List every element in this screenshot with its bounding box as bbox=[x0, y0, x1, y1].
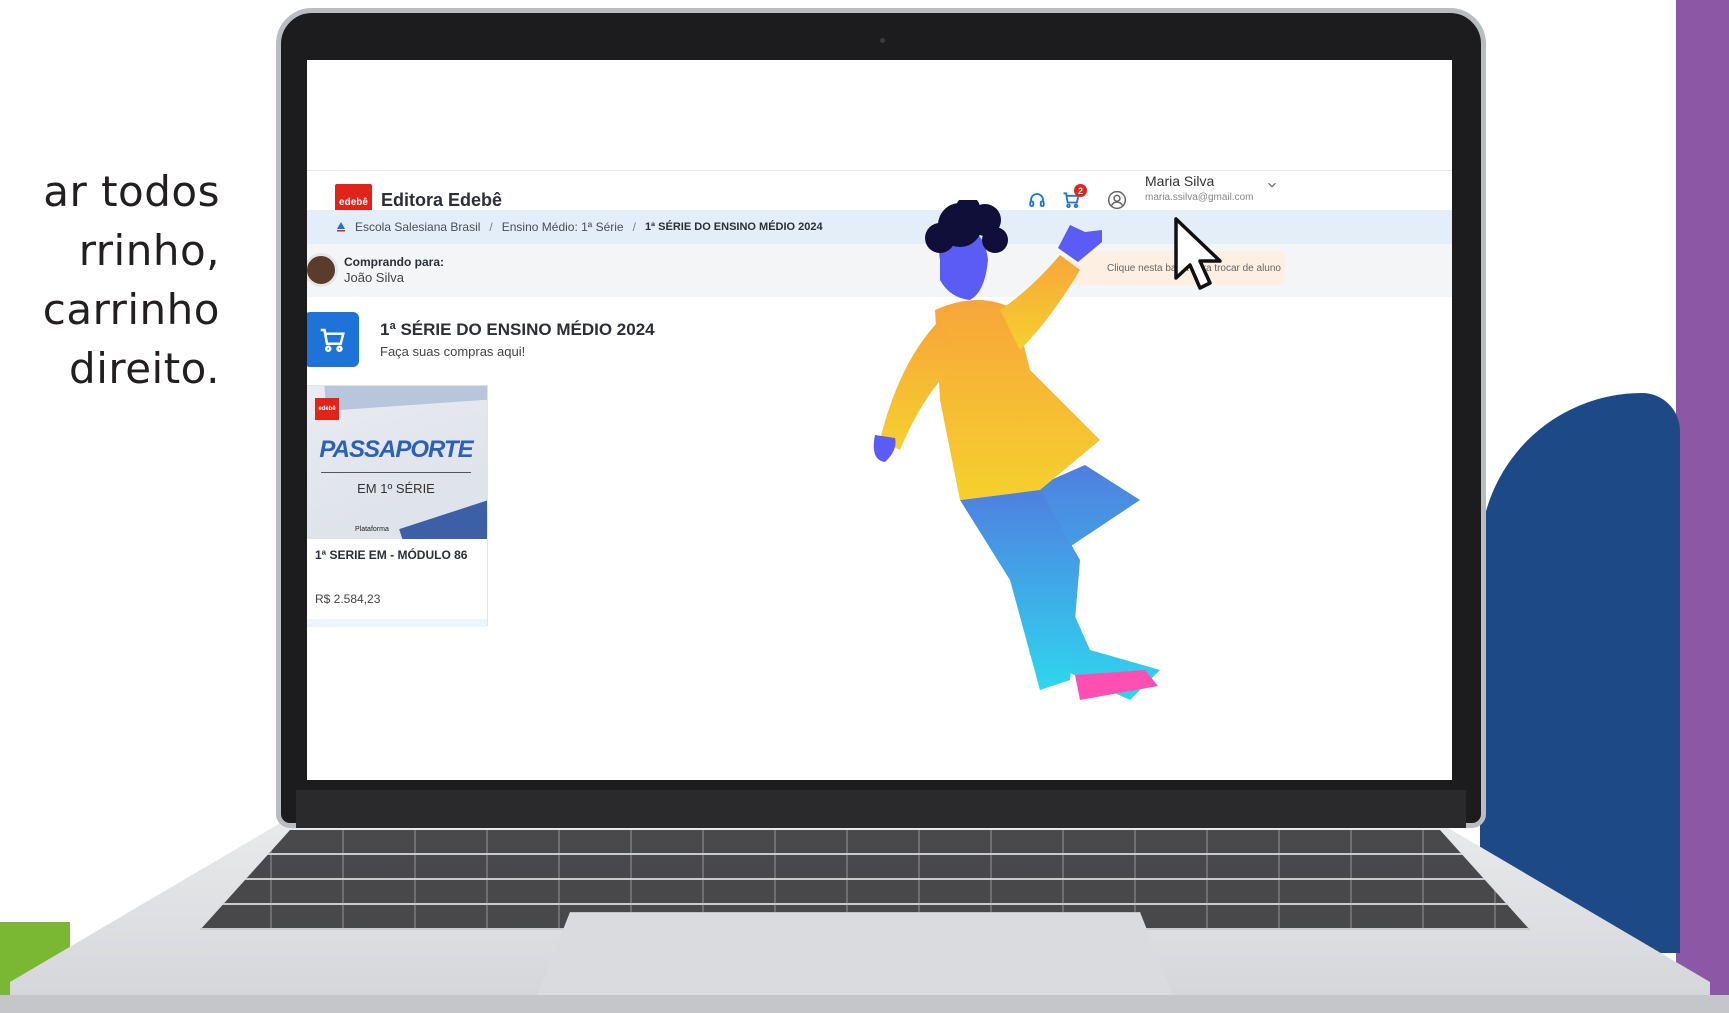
student-name: João Silva bbox=[344, 270, 404, 285]
product-card[interactable]: edebê PASSAPORTE EM 1º SÉRIE Plataforma … bbox=[307, 385, 488, 627]
image-decoration bbox=[324, 386, 487, 411]
caption-line: carrinho bbox=[42, 285, 220, 334]
breadcrumb-separator: / bbox=[632, 220, 636, 234]
card-footer bbox=[307, 619, 487, 627]
catalog-subtitle: Faça suas compras aqui! bbox=[380, 344, 526, 359]
laptop-hinge bbox=[296, 790, 1466, 828]
breadcrumb-separator: / bbox=[489, 220, 493, 234]
breadcrumb-item[interactable]: Ensino Médio: 1ª Série bbox=[502, 220, 624, 234]
person-illustration bbox=[873, 200, 1160, 700]
product-image-footer: Plataforma bbox=[355, 526, 389, 533]
breadcrumb-item[interactable]: Escola Salesiana Brasil bbox=[355, 220, 480, 234]
purple-band bbox=[1676, 0, 1729, 1013]
cart-count-badge: 2 bbox=[1074, 184, 1087, 197]
mouse-cursor-icon bbox=[1174, 217, 1222, 290]
catalog-cart-icon bbox=[307, 312, 359, 367]
stage: ar todos rrinho, carrinho direito. edebê… bbox=[0, 0, 1729, 1013]
home-icon[interactable] bbox=[335, 221, 347, 233]
chevron-down-icon[interactable] bbox=[1265, 178, 1281, 194]
product-image[interactable]: edebê PASSAPORTE EM 1º SÉRIE Plataforma bbox=[307, 386, 487, 539]
product-price: R$ 2.584,23 bbox=[315, 592, 381, 606]
laptop-edge bbox=[0, 995, 1729, 1013]
product-title[interactable]: 1ª SERIE EM - MÓDULO 86 bbox=[315, 548, 467, 562]
catalog-title: 1ª SÉRIE DO ENSINO MÉDIO 2024 bbox=[380, 320, 655, 339]
product-image-title: PASSAPORTE bbox=[319, 436, 473, 463]
product-brand-badge: edebê bbox=[315, 398, 339, 420]
side-caption: ar todos rrinho, carrinho direito. bbox=[0, 162, 220, 398]
camera-dot bbox=[880, 38, 885, 43]
breadcrumb-current: 1ª SÉRIE DO ENSINO MÉDIO 2024 bbox=[644, 221, 823, 233]
brand-name[interactable]: Editora Edebê bbox=[381, 190, 502, 211]
user-name[interactable]: Maria Silva bbox=[1145, 173, 1214, 189]
buying-for-label: Comprando para: bbox=[344, 255, 445, 269]
product-image-subtitle: EM 1º SÉRIE bbox=[357, 481, 435, 496]
caption-line: direito. bbox=[69, 344, 220, 393]
caption-line: rrinho, bbox=[78, 226, 220, 275]
caption-line: ar todos bbox=[43, 167, 220, 216]
breadcrumb: Escola Salesiana Brasil / Ensino Médio: … bbox=[335, 210, 823, 244]
image-divider bbox=[321, 472, 471, 473]
